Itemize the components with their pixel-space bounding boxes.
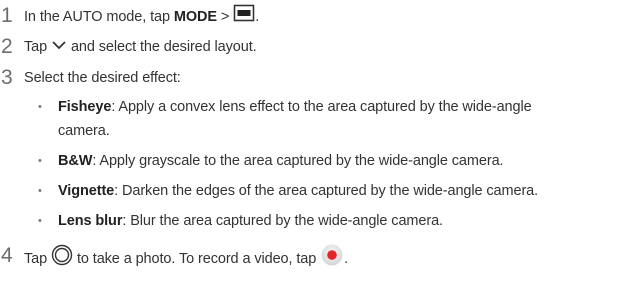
- step-text: Tap to take a photo. To record a video, …: [24, 244, 348, 274]
- step-number: 4: [1, 244, 13, 267]
- step-1: 1 In the AUTO mode, tap MODE > .: [0, 4, 259, 30]
- step-2: 2 Tap and select the desired layout.: [0, 35, 257, 59]
- effect-text: Vignette: Darken the edges of the area c…: [58, 183, 539, 199]
- effect-text: Fisheye: Apply a convex lens effect to t…: [58, 99, 532, 115]
- step-number: 2: [1, 35, 13, 58]
- layout-icon: [233, 4, 255, 30]
- step-text: In the AUTO mode, tap MODE > .: [24, 4, 259, 30]
- step-text: Select the desired effect:: [24, 70, 181, 86]
- bullet: •: [38, 185, 42, 197]
- bullet: •: [38, 155, 42, 167]
- effect-item-lens-blur: • Lens blur: Blur the area captured by t…: [38, 210, 443, 232]
- effect-item-fisheye: • Fisheye: Apply a convex lens effect to…: [38, 96, 532, 118]
- effect-text: Lens blur: Blur the area captured by the…: [58, 213, 443, 229]
- step-number: 1: [1, 4, 13, 27]
- shutter-icon: [51, 244, 73, 274]
- step-3: 3 Select the desired effect:: [0, 66, 181, 90]
- effect-item-bw: • B&W: Apply grayscale to the area captu…: [38, 150, 504, 172]
- effect-text: B&W: Apply grayscale to the area capture…: [58, 153, 504, 169]
- effect-item-vignette: • Vignette: Darken the edges of the area…: [38, 180, 538, 202]
- chevron-down-icon: [51, 35, 67, 59]
- bullet: •: [38, 101, 42, 113]
- mode-label: MODE: [173, 9, 217, 25]
- bullet: •: [38, 215, 42, 227]
- effect-text-continued: camera.: [58, 123, 110, 139]
- record-icon: [320, 244, 344, 274]
- step-text: Tap and select the desired layout.: [24, 35, 257, 59]
- step-4: 4 Tap to take a photo. To record a video…: [0, 244, 348, 274]
- step-number: 3: [1, 66, 13, 89]
